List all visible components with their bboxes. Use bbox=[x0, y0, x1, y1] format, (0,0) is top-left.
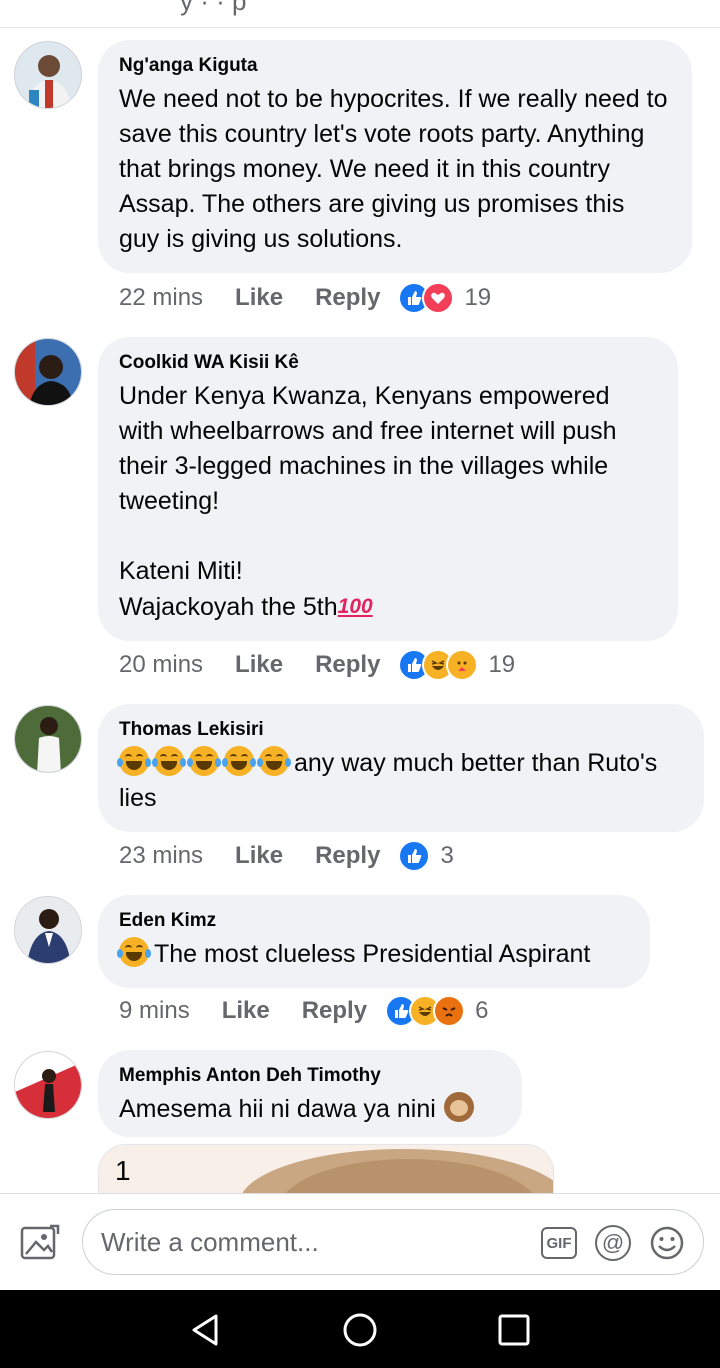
comment-time[interactable]: 9 mins bbox=[119, 997, 190, 1025]
home-circle-icon bbox=[343, 1313, 377, 1347]
photo-button[interactable] bbox=[20, 1224, 60, 1260]
reaction-count: 6 bbox=[475, 997, 489, 1024]
comment-author[interactable]: Coolkid WA Kisii Kê bbox=[119, 351, 657, 375]
like-button[interactable]: Like bbox=[235, 651, 283, 679]
reply-button[interactable]: Reply bbox=[315, 842, 380, 870]
hundred-points-emoji: 100 bbox=[337, 595, 373, 618]
photo-icon bbox=[20, 1224, 60, 1260]
nav-home-button[interactable] bbox=[342, 1312, 378, 1348]
comments-list[interactable]: Ng'anga Kiguta We need not to be hypocri… bbox=[0, 28, 720, 1193]
comment-text: Amesema hii ni dawa ya nini bbox=[119, 1092, 501, 1127]
comment-time[interactable]: 22 mins bbox=[119, 284, 203, 312]
avatar-image bbox=[15, 42, 81, 108]
comment-text: We need not to be hypocrites. If we real… bbox=[119, 85, 675, 253]
comment-actions: 9 mins Like Reply 6 bbox=[119, 993, 488, 1029]
angry-reaction-icon bbox=[433, 995, 466, 1027]
reply-button[interactable]: Reply bbox=[315, 284, 380, 312]
comment-author[interactable]: Eden Kimz bbox=[119, 909, 629, 933]
top-strip-text: y · · p bbox=[180, 0, 247, 16]
comment-text-body: Amesema hii ni dawa ya nini bbox=[119, 1095, 436, 1123]
emoji-button[interactable] bbox=[649, 1225, 685, 1261]
comment-text-body: Under Kenya Kwanza, Kenyans empowered wi… bbox=[119, 382, 617, 621]
avatar-image bbox=[15, 1052, 81, 1118]
reaction-summary[interactable]: 19 bbox=[398, 649, 515, 681]
reaction-count: 3 bbox=[440, 842, 454, 869]
comment-composer: Write a comment... GIF @ bbox=[0, 1193, 720, 1290]
top-strip: y · · p bbox=[0, 0, 720, 28]
laughing-tears-emoji-icon bbox=[187, 746, 221, 776]
recents-square-icon bbox=[498, 1314, 530, 1346]
laughing-tears-emoji-icon bbox=[222, 746, 256, 776]
comment-text: The most clueless Presidential Aspirant bbox=[117, 937, 629, 972]
comment-actions: 23 mins Like Reply 3 bbox=[119, 838, 454, 874]
avatar-image bbox=[15, 339, 81, 405]
avatar[interactable] bbox=[14, 41, 82, 109]
comment-text: any way much better than Ruto's lies bbox=[117, 746, 683, 816]
reaction-summary[interactable]: 3 bbox=[398, 840, 454, 872]
reply-button[interactable]: Reply bbox=[315, 651, 380, 679]
laughing-tears-emoji-icon bbox=[117, 746, 151, 776]
comment-actions: 22 mins Like Reply 19 bbox=[119, 280, 491, 316]
comment-bubble: Thomas Lekisiri any way much better than… bbox=[98, 704, 704, 832]
comment-author[interactable]: Memphis Anton Deh Timothy bbox=[119, 1064, 501, 1088]
like-reaction-icon bbox=[398, 840, 431, 872]
reaction-count: 19 bbox=[464, 284, 492, 311]
avatar-image bbox=[15, 897, 81, 963]
reaction-summary[interactable]: 6 bbox=[385, 995, 488, 1027]
system-navigation-bar bbox=[0, 1290, 720, 1368]
attachment-number: 1 bbox=[115, 1155, 131, 1186]
love-reaction-icon bbox=[422, 282, 455, 314]
avatar[interactable] bbox=[14, 1051, 82, 1119]
gif-button[interactable]: GIF bbox=[541, 1227, 577, 1259]
comment-time[interactable]: 20 mins bbox=[119, 651, 203, 679]
comment-text: Under Kenya Kwanza, Kenyans empowered wi… bbox=[119, 379, 657, 625]
nav-back-button[interactable] bbox=[188, 1312, 224, 1348]
avatar-image bbox=[15, 706, 81, 772]
comment-input-placeholder: Write a comment... bbox=[101, 1227, 319, 1257]
comment-author[interactable]: Ng'anga Kiguta bbox=[119, 54, 671, 78]
comment-bubble: Eden Kimz The most clueless Presidential… bbox=[98, 895, 650, 988]
laughing-tears-emoji-icon bbox=[117, 937, 151, 967]
avatar[interactable] bbox=[14, 338, 82, 406]
mention-button[interactable]: @ bbox=[595, 1225, 631, 1261]
comment-image-attachment[interactable]: 1 bbox=[98, 1144, 554, 1193]
avatar[interactable] bbox=[14, 896, 82, 964]
laughing-tears-emoji-icon bbox=[257, 746, 291, 776]
reply-button[interactable]: Reply bbox=[302, 997, 367, 1025]
like-button[interactable]: Like bbox=[222, 997, 270, 1025]
comment-bubble: Memphis Anton Deh Timothy Amesema hii ni… bbox=[98, 1050, 522, 1137]
like-button[interactable]: Like bbox=[235, 842, 283, 870]
comment-bubble: Ng'anga Kiguta We need not to be hypocri… bbox=[98, 40, 692, 273]
nav-recents-button[interactable] bbox=[496, 1312, 532, 1348]
reaction-summary[interactable]: 19 bbox=[398, 282, 491, 314]
comment-text-body: The most clueless Presidential Aspirant bbox=[154, 940, 591, 968]
comment-author[interactable]: Thomas Lekisiri bbox=[119, 718, 683, 742]
comment-bubble: Coolkid WA Kisii Kê Under Kenya Kwanza, … bbox=[98, 337, 678, 641]
laughing-tears-emoji-icon bbox=[152, 746, 186, 776]
comment-actions: 20 mins Like Reply 19 bbox=[119, 647, 515, 683]
comment-time[interactable]: 23 mins bbox=[119, 842, 203, 870]
comment-input[interactable]: Write a comment... GIF @ bbox=[82, 1209, 704, 1275]
reaction-count: 19 bbox=[488, 651, 516, 678]
monkey-emoji-icon bbox=[443, 1092, 474, 1122]
back-triangle-icon bbox=[192, 1314, 218, 1346]
care-reaction-icon bbox=[446, 649, 479, 681]
like-button[interactable]: Like bbox=[235, 284, 283, 312]
smiley-icon bbox=[650, 1226, 684, 1260]
avatar[interactable] bbox=[14, 705, 82, 773]
